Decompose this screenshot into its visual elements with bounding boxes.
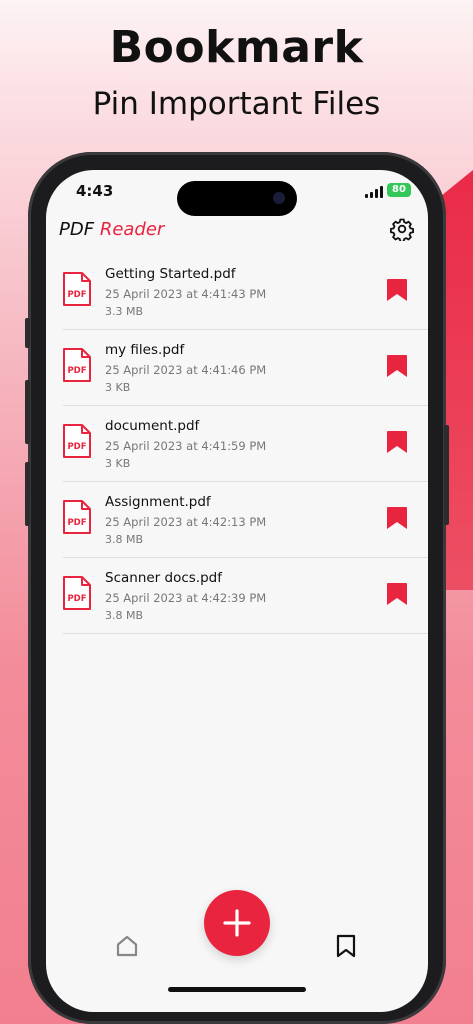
front-camera-icon bbox=[273, 192, 285, 204]
bookmark-icon[interactable] bbox=[333, 933, 359, 959]
battery-icon: 80 bbox=[387, 183, 411, 197]
pdf-badge: PDF bbox=[67, 518, 86, 528]
home-indicator bbox=[168, 987, 306, 992]
app-brand: PDF Reader bbox=[59, 219, 164, 240]
pdf-badge: PDF bbox=[67, 366, 86, 376]
file-row[interactable]: PDF Scanner docs.pdf 25 April 2023 at 4:42… bbox=[46, 558, 428, 634]
file-row[interactable]: PDF my files.pdf 25 April 2023 at 4:41:46 … bbox=[46, 330, 428, 406]
file-list: PDF Getting Started.pdf 25 April 2023 at 4… bbox=[46, 254, 428, 634]
side-button-volume-down bbox=[25, 462, 30, 526]
bookmark-filled-icon[interactable] bbox=[386, 278, 408, 302]
promo-subtitle: Pin Important Files bbox=[92, 86, 381, 122]
brand-suffix: Reader bbox=[99, 219, 165, 240]
file-name: Assignment.pdf bbox=[105, 494, 211, 510]
phone-screen: 4:43 80 PDF Reader PDF Getting Started.pd… bbox=[46, 170, 428, 1012]
pdf-file-icon: PDF bbox=[63, 500, 91, 534]
file-name: document.pdf bbox=[105, 418, 200, 434]
file-date: 25 April 2023 at 4:42:39 PM bbox=[105, 591, 267, 605]
file-size: 3 KB bbox=[105, 381, 131, 394]
dynamic-island bbox=[177, 181, 297, 216]
pdf-badge: PDF bbox=[67, 594, 86, 604]
promo-title: Bookmark bbox=[109, 22, 364, 73]
pdf-file-icon: PDF bbox=[63, 272, 91, 306]
home-icon[interactable] bbox=[114, 933, 140, 959]
pdf-badge: PDF bbox=[67, 442, 86, 452]
file-date: 25 April 2023 at 4:41:46 PM bbox=[105, 363, 267, 377]
side-button-silent bbox=[25, 318, 30, 348]
file-size: 3.3 MB bbox=[105, 305, 144, 318]
file-name: my files.pdf bbox=[105, 342, 185, 358]
file-size: 3.8 MB bbox=[105, 609, 144, 622]
file-size: 3 KB bbox=[105, 457, 131, 470]
pdf-file-icon: PDF bbox=[63, 424, 91, 458]
pdf-badge: PDF bbox=[67, 290, 86, 300]
bookmark-filled-icon[interactable] bbox=[386, 506, 408, 530]
add-file-button[interactable] bbox=[204, 890, 270, 956]
side-button-power bbox=[444, 425, 449, 525]
side-button-volume-up bbox=[25, 380, 30, 444]
bookmark-filled-icon[interactable] bbox=[386, 582, 408, 606]
signal-icon bbox=[365, 186, 385, 198]
status-time: 4:43 bbox=[76, 182, 114, 200]
file-date: 25 April 2023 at 4:42:13 PM bbox=[105, 515, 267, 529]
file-date: 25 April 2023 at 4:41:59 PM bbox=[105, 439, 267, 453]
file-date: 25 April 2023 at 4:41:43 PM bbox=[105, 287, 267, 301]
file-row[interactable]: PDF Assignment.pdf 25 April 2023 at 4:42:1… bbox=[46, 482, 428, 558]
plus-icon bbox=[223, 909, 251, 937]
file-row[interactable]: PDF document.pdf 25 April 2023 at 4:41:59 … bbox=[46, 406, 428, 482]
file-name: Getting Started.pdf bbox=[105, 266, 236, 282]
bookmark-filled-icon[interactable] bbox=[386, 430, 408, 454]
file-row[interactable]: PDF Getting Started.pdf 25 April 2023 at 4… bbox=[46, 254, 428, 330]
file-name: Scanner docs.pdf bbox=[105, 570, 222, 586]
file-size: 3.8 MB bbox=[105, 533, 144, 546]
gear-icon[interactable] bbox=[390, 217, 414, 241]
pdf-file-icon: PDF bbox=[63, 576, 91, 610]
pdf-file-icon: PDF bbox=[63, 348, 91, 382]
bookmark-filled-icon[interactable] bbox=[386, 354, 408, 378]
brand-prefix: PDF bbox=[59, 219, 95, 240]
